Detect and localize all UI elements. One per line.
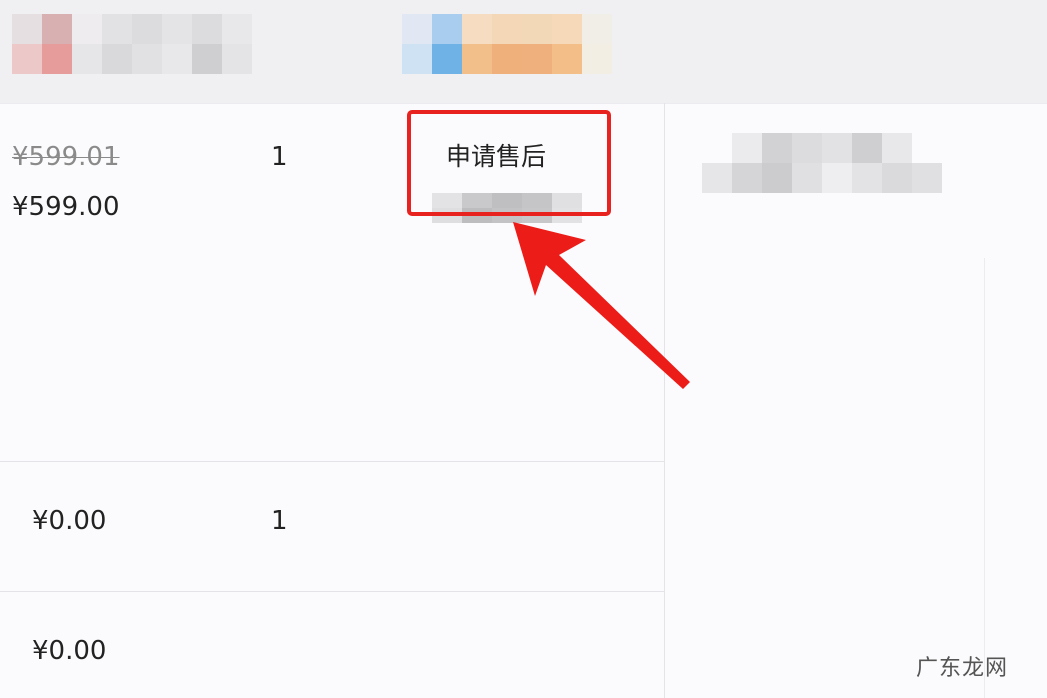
annotation-arrow-icon [513, 222, 690, 389]
watermark-text: 广东龙网 [916, 656, 1009, 681]
